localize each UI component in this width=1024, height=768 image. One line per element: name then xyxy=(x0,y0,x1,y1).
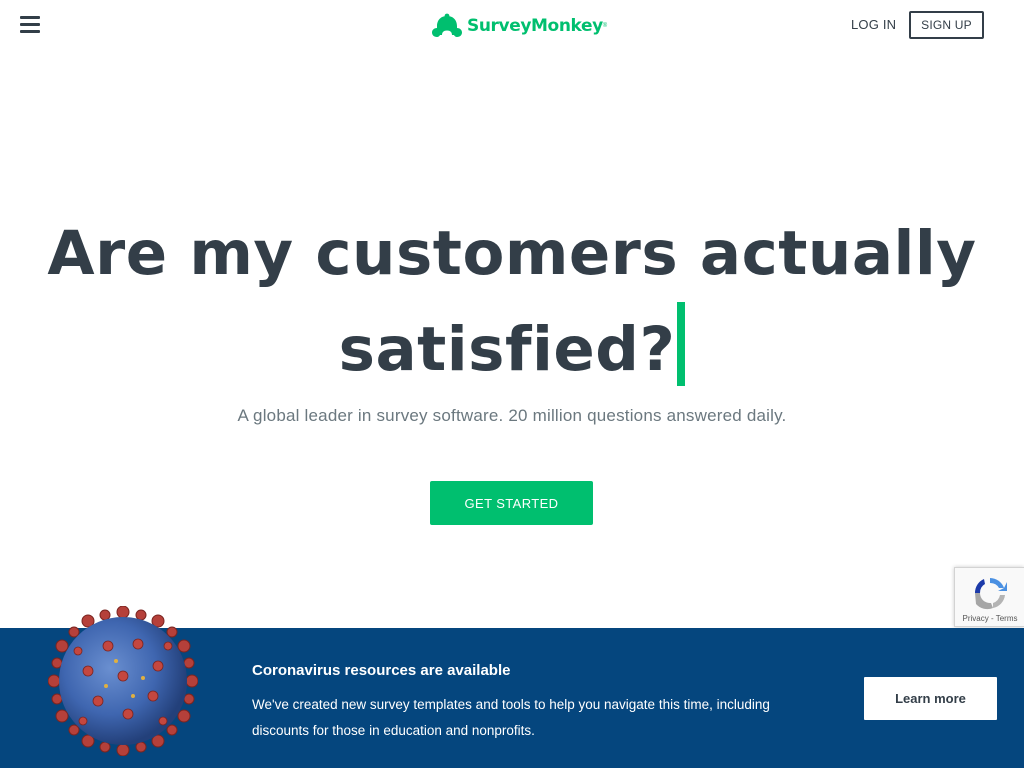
signup-button[interactable]: SIGN UP xyxy=(909,11,984,39)
banner-title: Coronavirus resources are available xyxy=(252,662,511,679)
recaptcha-separator: - xyxy=(988,614,996,623)
monkey-logo-icon xyxy=(432,13,462,37)
coronavirus-image xyxy=(48,606,198,756)
hamburger-line xyxy=(20,16,40,19)
login-link[interactable]: LOG IN xyxy=(851,17,896,32)
get-started-button[interactable]: GET STARTED xyxy=(430,481,593,525)
top-navigation: SurveyMonkey ® LOG IN SIGN UP xyxy=(0,0,1024,52)
hero-subtitle: A global leader in survey software. 20 m… xyxy=(237,406,787,425)
terms-link[interactable]: Terms xyxy=(996,614,1018,623)
hero-headline-line2: satisfied? xyxy=(338,314,676,385)
surveymonkey-logo[interactable]: SurveyMonkey ® xyxy=(431,12,607,40)
hero-headline-line1: Are my customers actually xyxy=(47,218,977,289)
recaptcha-badge[interactable]: Privacy - Terms xyxy=(954,567,1024,627)
hamburger-line xyxy=(20,30,40,33)
banner-description: We've created new survey templates and t… xyxy=(252,697,770,738)
typing-cursor xyxy=(677,302,686,386)
hamburger-menu-icon[interactable] xyxy=(20,16,40,34)
recaptcha-links: Privacy - Terms xyxy=(955,614,1024,623)
privacy-link[interactable]: Privacy xyxy=(963,614,989,623)
hero-headline: Are my customers actually satisfied? xyxy=(0,206,1024,398)
recaptcha-icon xyxy=(974,578,1007,610)
learn-more-button[interactable]: Learn more xyxy=(864,677,997,720)
logo-registered-mark: ® xyxy=(602,23,608,29)
hamburger-line xyxy=(20,23,40,26)
logo-wordmark: SurveyMonkey xyxy=(467,16,603,36)
